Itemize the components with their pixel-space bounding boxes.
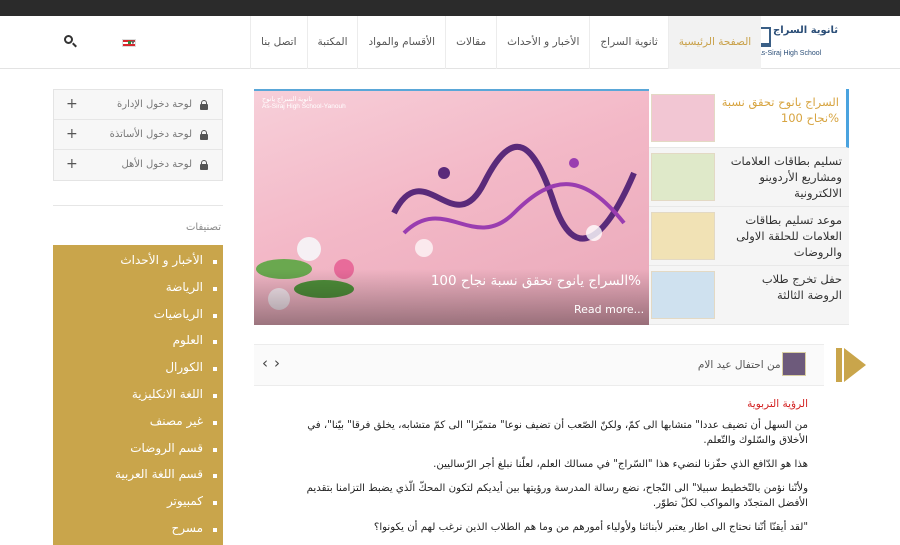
slider-brand-ar: ثانوية السراج يانوح bbox=[262, 96, 313, 103]
category-label: الرياضيات bbox=[153, 306, 203, 321]
side-news-list: السراج يانوح تحقق نسبة نجاح 100% تسليم بط… bbox=[649, 89, 849, 325]
ticker-next-icon[interactable]: › bbox=[274, 354, 280, 372]
ticker-prev-icon[interactable]: ‹ bbox=[262, 354, 268, 372]
main-nav: اتصل بنا المكتبة الأقسام والمواد مقالات الأخ… bbox=[250, 16, 762, 69]
category-item[interactable]: الرياضيات bbox=[53, 303, 223, 330]
news-thumbnail bbox=[651, 94, 715, 142]
nav-item[interactable]: المكتبة bbox=[306, 16, 358, 69]
news-thumbnail bbox=[651, 153, 715, 201]
news-title: حفل تخرج طلاب الروضة الثالثة bbox=[761, 272, 842, 302]
slider-caption-title[interactable]: السراج يانوح تحقق نسبة نجاح 100% bbox=[431, 273, 641, 289]
lock-icon bbox=[200, 160, 208, 170]
category-item[interactable]: الرياضة bbox=[53, 276, 223, 303]
square-bullet-icon bbox=[213, 367, 217, 372]
slider-top-stripe bbox=[254, 89, 649, 91]
vision-article: الرؤية التربوية من السهل أن تضيف عددا" م… bbox=[278, 398, 808, 544]
category-label: قسم اللغة العربية bbox=[114, 467, 203, 482]
category-label: الرياضة bbox=[165, 279, 203, 294]
category-item[interactable]: اللغة الانكليزية bbox=[53, 383, 223, 410]
square-bullet-icon bbox=[213, 260, 217, 264]
play-tab-icon bbox=[836, 348, 866, 382]
featured-slider[interactable]: ثانوية السراج يانوح As-Siraj High School… bbox=[254, 89, 649, 325]
slider-brand-text: ثانوية السراج يانوح As-Siraj High School… bbox=[262, 95, 346, 110]
read-more-link[interactable]: Read more... bbox=[574, 303, 644, 316]
square-bullet-icon bbox=[213, 393, 217, 398]
ticker-thumbnail[interactable] bbox=[782, 352, 806, 376]
login-label: لوحة دخول الإدارة bbox=[117, 99, 192, 110]
graduation-calligraphy-image bbox=[391, 143, 637, 257]
square-bullet-icon bbox=[213, 474, 217, 479]
category-item[interactable]: الكورال bbox=[53, 356, 223, 383]
login-panels: + لوحة دخول الإدارة + لوحة دخول الأساتذة + لو… bbox=[53, 89, 223, 181]
category-item[interactable]: قسم اللغة العربية bbox=[53, 463, 223, 490]
category-label: مسرح bbox=[171, 520, 204, 535]
news-thumbnail bbox=[651, 271, 715, 319]
school-logo[interactable]: ثانوية السراج As-Siraj High School bbox=[757, 25, 838, 65]
nav-item[interactable]: الأقسام والمواد bbox=[357, 16, 445, 69]
expand-plus-icon[interactable]: + bbox=[66, 127, 78, 141]
article-paragraph: ولأنّنا نؤمن بالتّخطيط سبيلا" الى النّجا… bbox=[306, 483, 808, 509]
sidebar: + لوحة دخول الإدارة + لوحة دخول الأساتذة + لو… bbox=[53, 89, 223, 545]
categories-list: الأخبار و الأحداث الرياضة الرياضيات العلوم ا… bbox=[53, 245, 223, 545]
category-label: الأخبار و الأحداث bbox=[120, 253, 203, 267]
nav-item[interactable]: اتصل بنا bbox=[250, 16, 307, 69]
sidebar-divider bbox=[53, 205, 223, 206]
lock-icon bbox=[200, 100, 208, 110]
logo-english-text: As-Siraj High School bbox=[757, 50, 822, 57]
nav-item[interactable]: الأخبار و الأحداث bbox=[496, 16, 589, 69]
category-label: العلوم bbox=[172, 333, 203, 348]
login-label: لوحة دخول الأساتذة bbox=[109, 129, 192, 140]
category-item[interactable]: غير مصنف bbox=[53, 410, 223, 437]
category-item[interactable]: كمبيوتر bbox=[53, 490, 223, 517]
square-bullet-icon bbox=[213, 313, 217, 318]
category-label: الكورال bbox=[165, 360, 203, 375]
expand-plus-icon[interactable]: + bbox=[66, 97, 78, 111]
article-heading: الرؤية التربوية bbox=[747, 398, 808, 410]
side-news-item[interactable]: تسليم بطاقات العلامات ومشاريع الأردوينو … bbox=[649, 148, 849, 207]
lock-icon bbox=[200, 130, 208, 140]
news-thumbnail bbox=[651, 212, 715, 260]
search-icon[interactable] bbox=[64, 35, 78, 49]
login-panel-item[interactable]: + لوحة دخول الأساتذة bbox=[54, 120, 222, 150]
category-item[interactable]: الأخبار و الأحداث bbox=[53, 249, 223, 276]
news-title: تسليم بطاقات العلامات ومشاريع الأردوينو … bbox=[730, 154, 842, 200]
category-label: غير مصنف bbox=[149, 413, 203, 428]
nav-item[interactable]: مقالات bbox=[445, 16, 496, 69]
slider-brand-en: As-Siraj High School-Yanouh bbox=[262, 103, 346, 110]
square-bullet-icon bbox=[213, 501, 217, 506]
news-title: موعد تسليم بطاقات العلامات للحلقة الاولى… bbox=[736, 213, 842, 259]
article-paragraph: هذا هو الدّافع الذي حفّزنا لنضيء هذا "ال… bbox=[433, 459, 808, 470]
nav-item[interactable]: ثانوية السراج bbox=[589, 16, 667, 69]
news-title: السراج يانوح تحقق نسبة نجاح 100% bbox=[721, 95, 839, 125]
category-item[interactable]: العلوم bbox=[53, 329, 223, 356]
side-news-item[interactable]: موعد تسليم بطاقات العلامات للحلقة الاولى… bbox=[649, 207, 849, 266]
login-label: لوحة دخول الأهل bbox=[121, 159, 192, 170]
expand-plus-icon[interactable]: + bbox=[66, 157, 78, 171]
square-bullet-icon bbox=[213, 527, 217, 532]
categories-title: تصنيفات bbox=[185, 222, 221, 233]
square-bullet-icon bbox=[213, 447, 217, 452]
logo-arabic-text: ثانوية السراج bbox=[773, 25, 839, 36]
article-paragraph: "لقد أيقنّا أنّنا نحتاج الى اطار يعتبر ل… bbox=[373, 522, 808, 533]
nav-item[interactable]: الصفحة الرئيسية bbox=[667, 16, 762, 69]
side-news-item[interactable]: حفل تخرج طلاب الروضة الثالثة bbox=[649, 266, 849, 325]
video-ticker: ‹ › فيديو من احتفال عيد الام bbox=[254, 344, 866, 386]
side-news-item[interactable]: السراج يانوح تحقق نسبة نجاح 100% bbox=[649, 89, 849, 148]
square-bullet-icon bbox=[213, 340, 217, 345]
login-panel-item[interactable]: + لوحة دخول الإدارة bbox=[54, 90, 222, 120]
square-bullet-icon bbox=[213, 420, 217, 425]
category-label: قسم الروضات bbox=[130, 440, 203, 455]
top-bar bbox=[0, 0, 900, 16]
article-paragraph: من السهل أن تضيف عددا" متشابها الى كمّ، … bbox=[307, 420, 808, 446]
square-bullet-icon bbox=[213, 286, 217, 291]
login-panel-item[interactable]: + لوحة دخول الأهل bbox=[54, 150, 222, 180]
category-item[interactable]: قسم الروضات bbox=[53, 437, 223, 464]
category-label: كمبيوتر bbox=[166, 494, 203, 509]
language-caret-icon[interactable]: ▼ bbox=[131, 40, 135, 46]
category-label: اللغة الانكليزية bbox=[131, 386, 203, 401]
